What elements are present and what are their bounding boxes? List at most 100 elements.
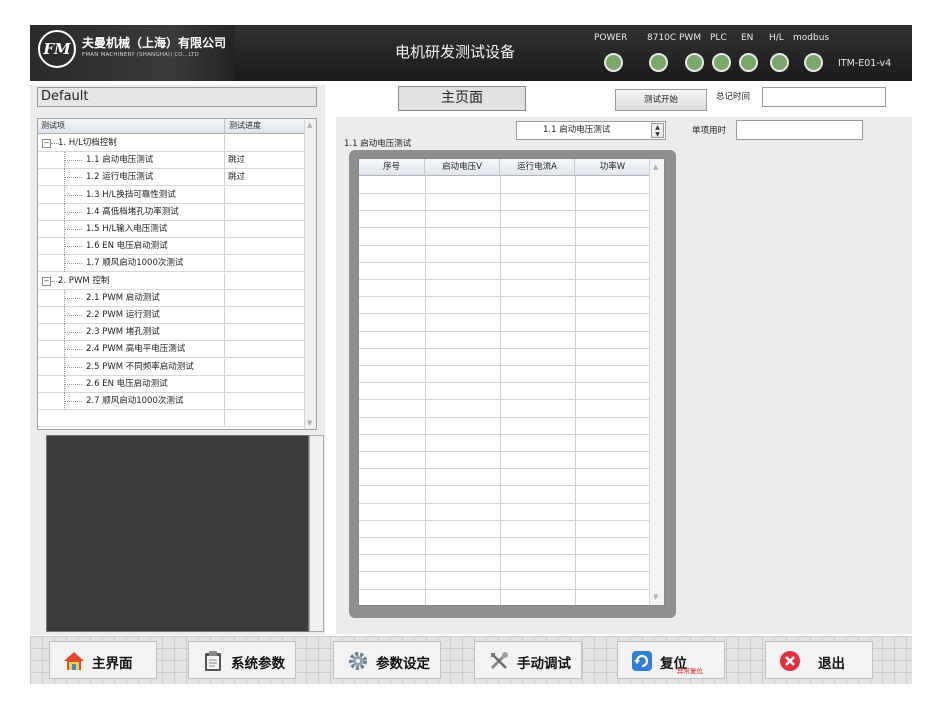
- tree-connector: [64, 383, 82, 385]
- table-row-divider: [359, 399, 651, 401]
- modbus-led-icon: [804, 53, 823, 72]
- column-header-index[interactable]: 序号: [359, 159, 425, 176]
- company-name-english: FMAN MACHINERY (SHANGHAI) CO., LTD: [82, 52, 199, 58]
- column-header-power[interactable]: 功率W: [575, 159, 651, 176]
- table-row-divider: [359, 347, 651, 349]
- tree-item-row[interactable]: 2.1 PWM 启动测试: [38, 289, 306, 307]
- tree-item-row[interactable]: 1.6 EN 电压启动测试: [38, 238, 306, 256]
- tree-item-row[interactable]: 2.7 顺风启动1000次测试: [38, 393, 306, 410]
- tree-header-test-item[interactable]: 测试项: [38, 119, 225, 134]
- tree-connector: [64, 263, 82, 265]
- table-scrollbar[interactable]: ▲ ▼: [649, 159, 664, 605]
- column-header-start-voltage[interactable]: 启动电压V: [425, 159, 500, 176]
- total-time-label: 总记时间: [716, 92, 751, 102]
- table-row-divider: [359, 261, 651, 263]
- tree-item-row[interactable]: 1.4 高低档堵孔功率测试: [38, 203, 306, 221]
- home-button[interactable]: 主界面: [49, 641, 157, 679]
- tree-guide-line: [64, 186, 65, 204]
- profile-name-field[interactable]: Default: [37, 87, 317, 107]
- exit-label: 退出: [818, 656, 845, 672]
- scroll-down-icon[interactable]: ▼: [653, 593, 658, 601]
- tree-item-row[interactable]: 1.3 H/L换挡可靠性测试: [38, 186, 306, 204]
- preview-scrollbar[interactable]: [309, 435, 324, 632]
- tree-item-row[interactable]: 2.6 EN 电压启动测试: [38, 375, 306, 393]
- reset-sub-label: 异常复位: [677, 667, 703, 675]
- tree-connector: [64, 297, 82, 299]
- app-title: 电机研发测试设备: [395, 43, 516, 61]
- total-time-field[interactable]: [762, 87, 886, 107]
- tree-guide-line: [64, 203, 65, 221]
- table-row-divider: [359, 571, 651, 573]
- collapse-icon[interactable]: −: [42, 276, 51, 286]
- table-column-divider: [425, 176, 426, 605]
- table-row-divider: [359, 313, 651, 315]
- main-page-tab[interactable]: 主页面: [398, 86, 526, 111]
- power-led-icon: [604, 53, 623, 72]
- tree-connector: [64, 401, 82, 402]
- tree-item-row[interactable]: 1.7 顺风启动1000次测试: [38, 255, 306, 273]
- tree-guide-line: [64, 152, 65, 170]
- test-items-tree[interactable]: 测试项 测试进度 1. H/L切档控制 −1.1 启动电压测试 跳过 1.2 运行电压…: [37, 118, 317, 430]
- tree-item-row[interactable]: [38, 410, 306, 428]
- tree-guide-line: [64, 255, 65, 273]
- scroll-up-icon[interactable]: ▲: [653, 163, 658, 171]
- start-test-button[interactable]: 测试开始: [615, 89, 707, 111]
- tree-item-row[interactable]: 1.5 H/L输入电压测试: [38, 221, 306, 238]
- manual-debug-label: 手动调试: [517, 656, 571, 672]
- tree-header-progress[interactable]: 测试进度: [225, 119, 306, 134]
- tree-connector: [51, 280, 61, 282]
- indicator-label-hl: H/L: [769, 33, 784, 43]
- tree-group-row[interactable]: 2. PWM 控制 −: [38, 272, 306, 290]
- results-table[interactable]: 序号 启动电压V 运行电流A 功率W ▲ ▼: [358, 158, 665, 606]
- scroll-down-icon[interactable]: ▼: [307, 419, 312, 427]
- en-led-icon: [739, 53, 758, 72]
- table-row-divider: [359, 382, 651, 384]
- 8710c-led-icon: [649, 53, 668, 72]
- single-time-field[interactable]: [736, 120, 863, 140]
- close-icon: [780, 651, 800, 671]
- tree-guide-line: [64, 221, 65, 238]
- tree-item-row[interactable]: 2.2 PWM 运行测试: [38, 307, 306, 324]
- tree-connector: [64, 246, 82, 248]
- tree-guide-line: [64, 341, 65, 359]
- column-header-run-current[interactable]: 运行电流A: [500, 159, 575, 176]
- table-row-divider: [359, 554, 651, 556]
- current-test-title: 1.1 启动电压测试: [344, 139, 412, 149]
- tree-guide-line: [64, 324, 65, 342]
- tools-icon: [490, 652, 508, 670]
- model-number: ITM-E01-v4: [838, 58, 892, 69]
- indicator-label-en: EN: [741, 33, 754, 43]
- table-row-divider: [359, 330, 651, 332]
- manual-debug-button[interactable]: 手动调试: [474, 641, 582, 679]
- table-row-divider: [359, 537, 651, 538]
- system-params-button[interactable]: 系统参数: [188, 641, 296, 679]
- tree-item-status: 跳过: [228, 172, 246, 183]
- tree-group-row[interactable]: 1. H/L切档控制 −: [38, 135, 306, 152]
- exit-button[interactable]: 退出: [765, 641, 873, 679]
- table-row-divider: [359, 519, 651, 521]
- table-column-divider: [500, 176, 501, 605]
- tree-item-row[interactable]: 1.1 启动电压测试 跳过: [38, 152, 306, 170]
- tree-guide-line: [64, 358, 65, 376]
- home-button-label: 主界面: [92, 656, 133, 672]
- tree-item-row[interactable]: 1.2 运行电压测试 跳过: [38, 169, 306, 187]
- tree-connector: [64, 349, 82, 351]
- tree-item-row[interactable]: 2.3 PWM 堵孔测试: [38, 324, 306, 342]
- tree-item-row[interactable]: 2.5 PWM 不同频率启动测试: [38, 358, 306, 376]
- table-row-divider: [359, 296, 651, 298]
- company-name: 夫曼机械（上海）有限公司: [82, 36, 227, 50]
- system-params-label: 系统参数: [231, 656, 285, 672]
- scroll-up-icon[interactable]: ▲: [307, 121, 312, 129]
- collapse-icon[interactable]: −: [42, 139, 51, 148]
- tree-item-status: 跳过: [228, 155, 246, 166]
- tree-item-row[interactable]: 2.4 PWM 高电平电压测试: [38, 341, 306, 359]
- test-select-dropdown[interactable]: 1.1 启动电压测试: [516, 121, 666, 140]
- indicator-label-plc: PLC: [710, 33, 727, 43]
- dropdown-spinner-icon[interactable]: ▲ ▼: [651, 123, 664, 138]
- reset-button[interactable]: 复位 异常复位: [617, 641, 725, 679]
- tree-scrollbar[interactable]: ▲ ▼: [304, 119, 316, 429]
- tree-guide-line: [64, 169, 65, 187]
- tree-item-label: 1. H/L切档控制: [38, 135, 225, 151]
- table-row-divider: [359, 365, 651, 366]
- parameter-settings-button[interactable]: 参数设定: [333, 641, 441, 679]
